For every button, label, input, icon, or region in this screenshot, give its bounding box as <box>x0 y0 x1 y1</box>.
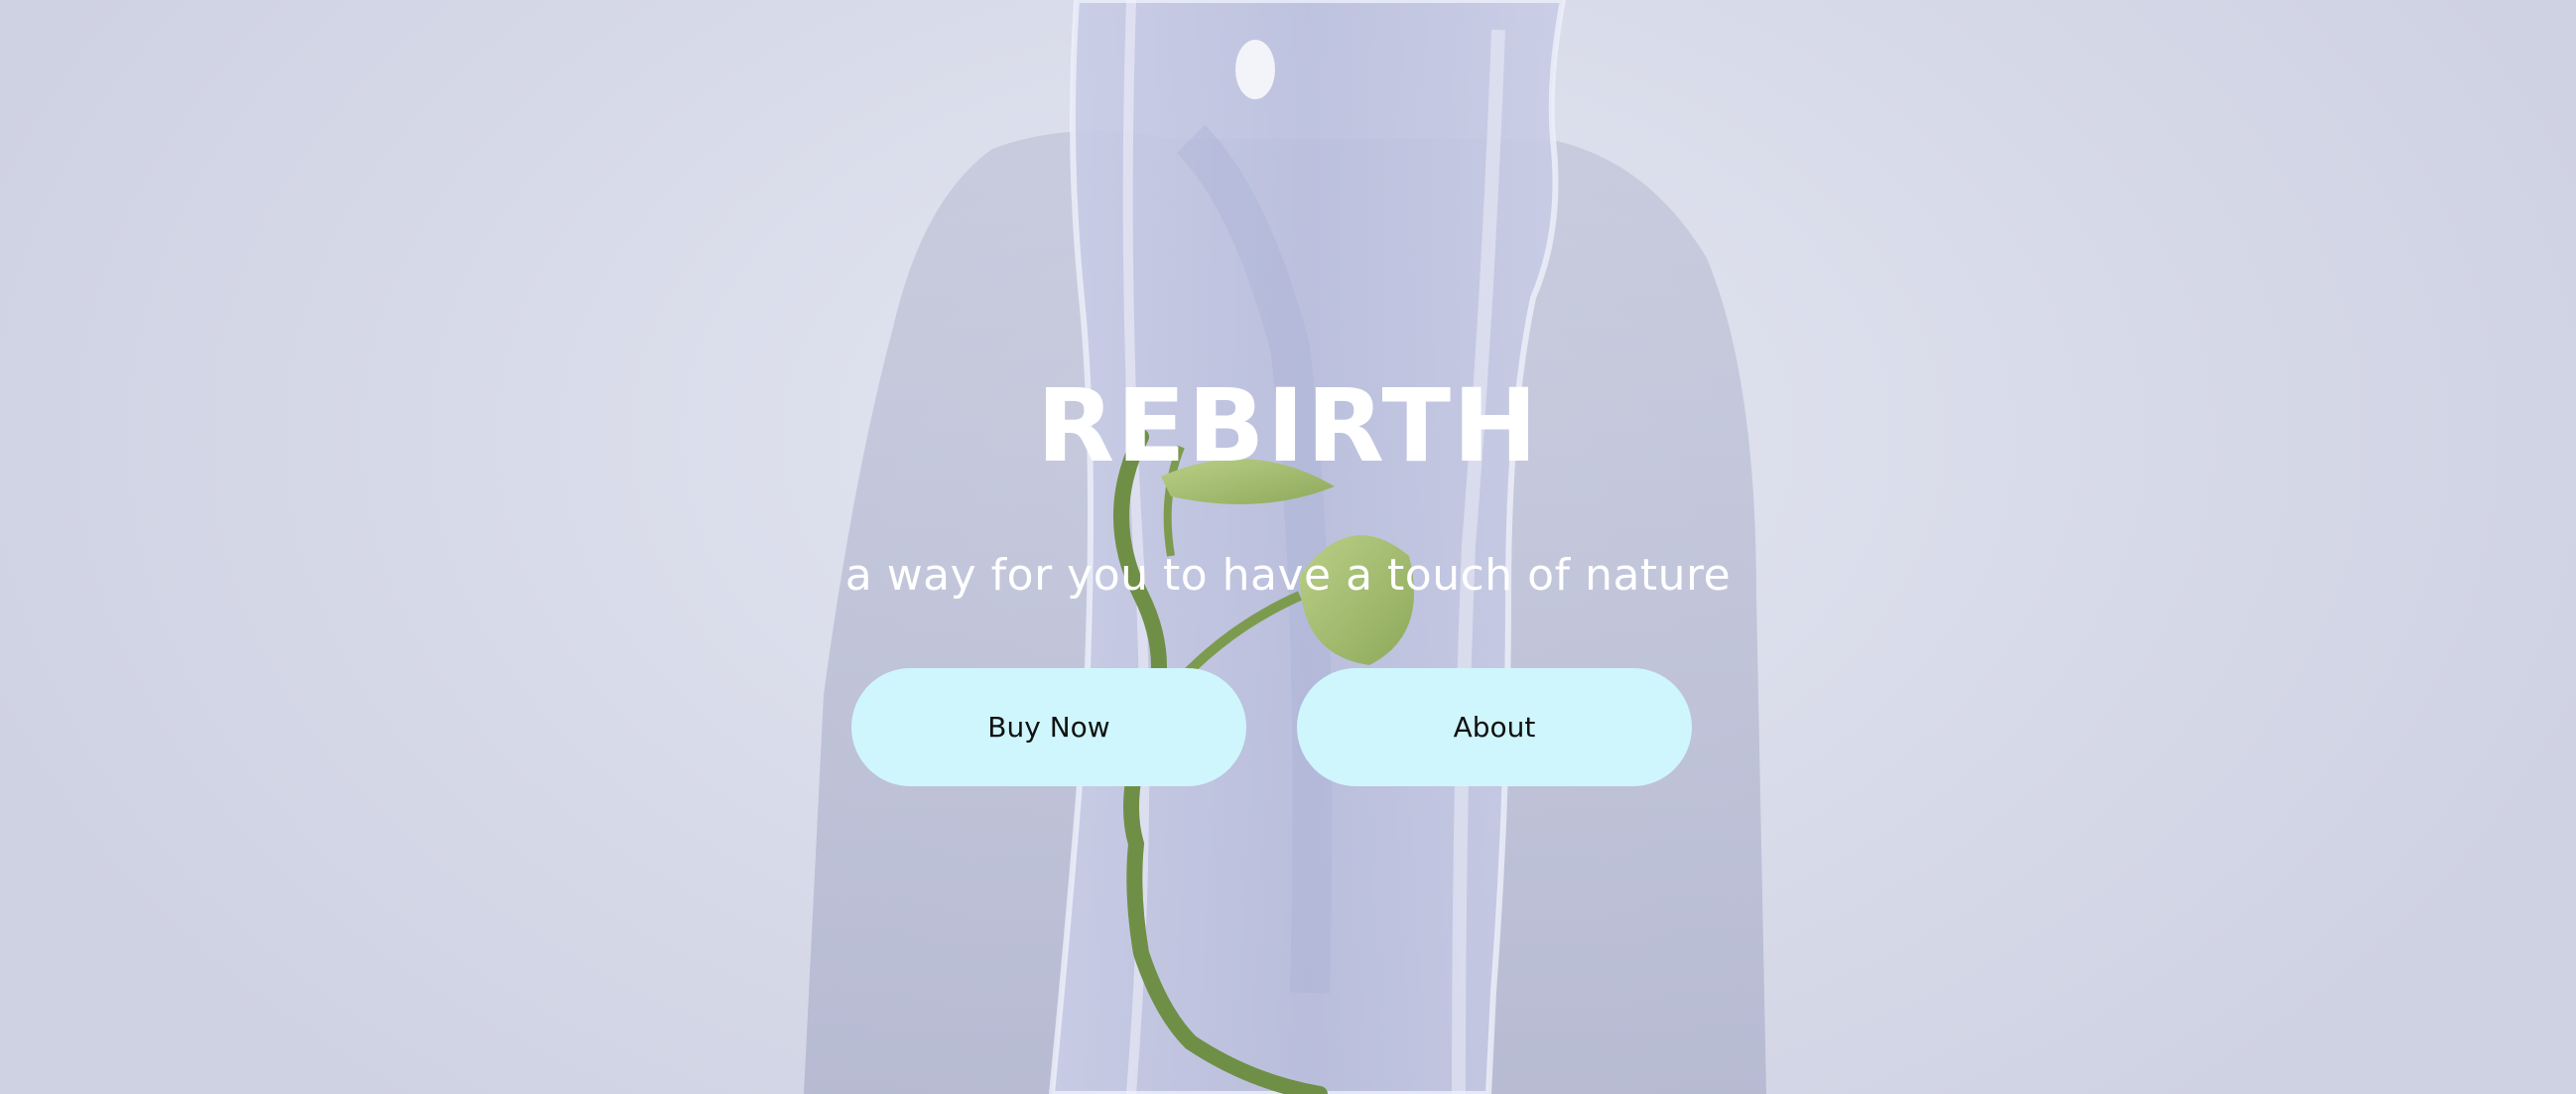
hero-subtitle: a way for you to have a touch of nature <box>844 550 1732 601</box>
buy-now-button[interactable]: Buy Now <box>851 668 1246 786</box>
hero-title: REBIRTH <box>1036 367 1540 485</box>
buy-now-label: Buy Now <box>987 711 1110 744</box>
about-button[interactable]: About <box>1297 668 1692 786</box>
about-label: About <box>1453 711 1536 744</box>
hero-section: REBIRTH a way for you to have a touch of… <box>0 0 2576 1094</box>
